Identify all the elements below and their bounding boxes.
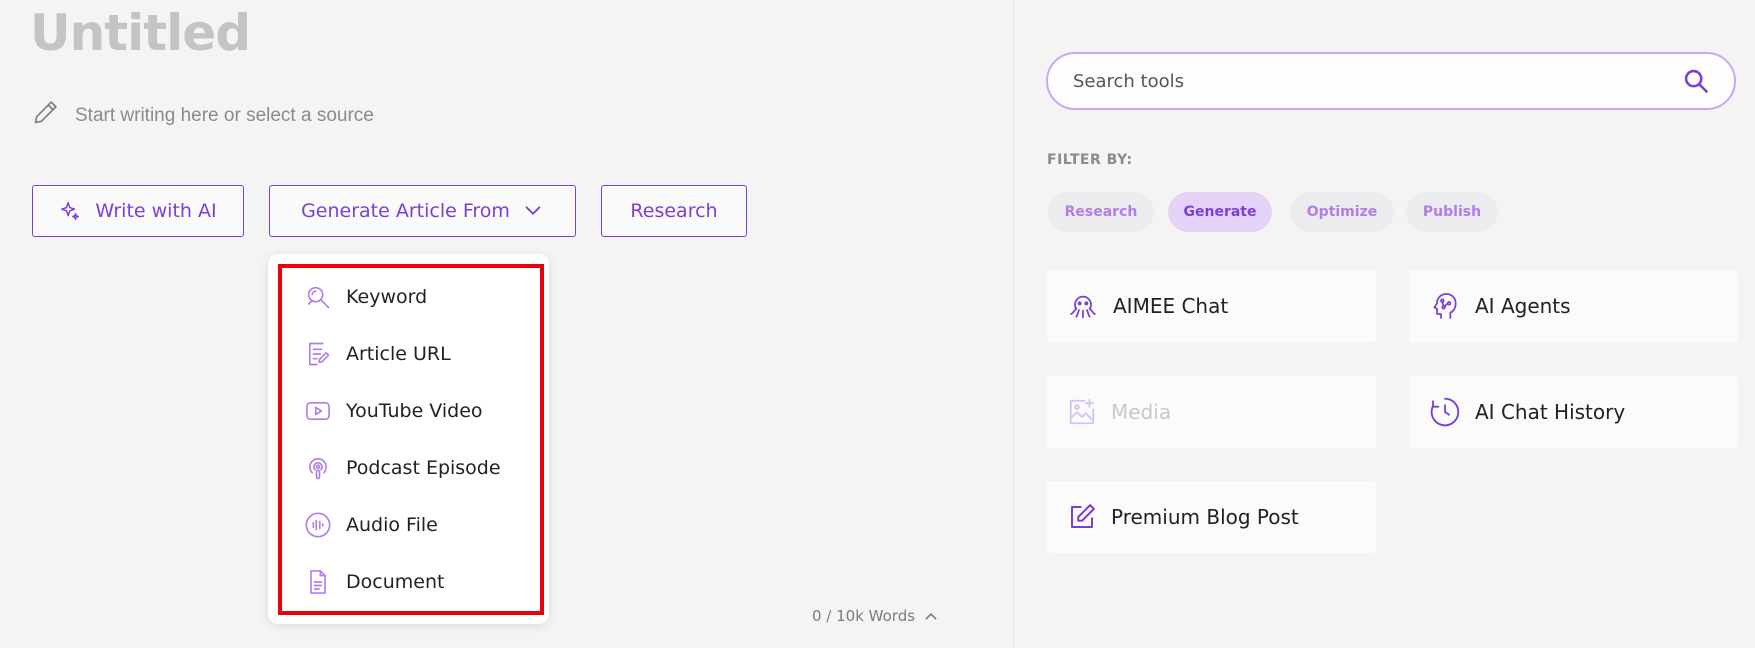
word-count[interactable]: 0 / 10k Words <box>812 607 939 625</box>
menu-item-document[interactable]: Document <box>304 562 444 602</box>
research-button[interactable]: Research <box>601 185 747 237</box>
document-title[interactable]: Untitled <box>30 4 251 62</box>
octopus-icon <box>1070 295 1096 319</box>
write-with-ai-button[interactable]: Write with AI <box>32 185 244 237</box>
audio-wave-icon <box>305 512 331 538</box>
generate-article-dropdown: Keyword Article URL YouTube Video Podcas… <box>268 254 549 624</box>
tool-card-label: Premium Blog Post <box>1111 505 1299 529</box>
tool-card-aimee-chat[interactable]: AIMEE Chat <box>1047 270 1376 342</box>
generate-article-from-label: Generate Article From <box>301 200 510 222</box>
sparkle-icon <box>61 202 80 220</box>
pencil-icon <box>34 101 57 124</box>
tool-card-label: AIMEE Chat <box>1113 294 1229 318</box>
search-input[interactable] <box>1048 54 1682 108</box>
menu-item-label: Keyword <box>346 286 428 308</box>
video-play-icon <box>306 402 330 420</box>
menu-item-article-url[interactable]: Article URL <box>304 334 451 374</box>
chevron-up-icon <box>925 613 937 620</box>
article-edit-icon <box>309 342 330 366</box>
tool-card-premium-blog-post[interactable]: Premium Blog Post <box>1047 481 1376 553</box>
chevron-down-icon <box>525 206 541 215</box>
menu-item-youtube-video[interactable]: YouTube Video <box>304 391 483 431</box>
menu-item-label: Document <box>346 571 445 593</box>
edit-square-icon <box>1071 504 1095 528</box>
agent-brain-icon <box>1433 293 1457 319</box>
tool-card-ai-chat-history[interactable]: AI Chat History <box>1409 376 1738 448</box>
search-icon[interactable] <box>1682 67 1710 95</box>
filter-chip-optimize[interactable]: Optimize <box>1290 192 1394 232</box>
tool-card-media[interactable]: Media <box>1047 376 1376 448</box>
filter-chip-generate[interactable]: Generate <box>1168 192 1272 232</box>
filter-label: FILTER BY: <box>1047 152 1133 168</box>
image-add-icon <box>1069 398 1095 425</box>
menu-item-label: Article URL <box>346 343 451 365</box>
word-count-label: 0 / 10k Words <box>812 607 916 625</box>
menu-item-podcast-episode[interactable]: Podcast Episode <box>304 448 501 488</box>
menu-item-label: Audio File <box>346 514 438 536</box>
podcast-icon <box>309 458 327 480</box>
document-icon <box>310 570 326 594</box>
menu-item-label: Podcast Episode <box>346 457 501 479</box>
filter-chip-research[interactable]: Research <box>1048 192 1154 232</box>
editor-pane: Untitled Start writing here or select a … <box>0 0 1014 648</box>
tool-card-ai-agents[interactable]: AI Agents <box>1409 270 1738 342</box>
history-clock-icon <box>1430 397 1460 427</box>
keyword-search-icon <box>307 286 330 309</box>
menu-item-label: YouTube Video <box>346 400 483 422</box>
tool-card-label: AI Chat History <box>1475 400 1626 424</box>
menu-item-audio-file[interactable]: Audio File <box>304 505 438 545</box>
filter-chip-publish[interactable]: Publish <box>1406 192 1498 232</box>
write-with-ai-label: Write with AI <box>95 200 217 222</box>
research-label: Research <box>630 200 718 222</box>
tools-sidebar: FILTER BY: Research Generate Optimize Pu… <box>1015 0 1755 648</box>
generate-article-from-button[interactable]: Generate Article From <box>269 185 576 237</box>
menu-item-keyword[interactable]: Keyword <box>304 277 427 317</box>
tool-card-label: AI Agents <box>1475 294 1571 318</box>
search-box[interactable] <box>1046 52 1736 110</box>
tool-card-label: Media <box>1111 400 1172 424</box>
editor-placeholder[interactable]: Start writing here or select a source <box>75 105 374 127</box>
